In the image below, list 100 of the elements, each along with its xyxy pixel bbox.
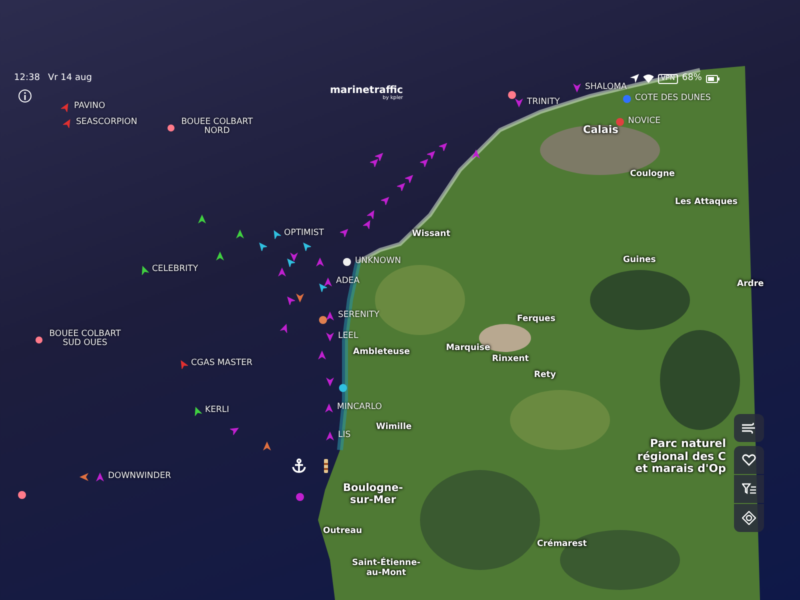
place-label: Calais <box>583 124 618 136</box>
vessel-arrow-icon[interactable] <box>180 360 188 369</box>
vessel-arrow-icon[interactable] <box>381 196 390 205</box>
lighthouse-icon[interactable] <box>323 459 329 473</box>
vessel-arrow-icon[interactable] <box>236 230 244 238</box>
vessel-label: OPTIMIST <box>284 229 324 238</box>
vessel-label: PAVINO <box>74 102 106 112</box>
vessel-label: MINCARLO <box>337 403 382 412</box>
place-label: Outreau <box>323 527 362 537</box>
vessel-label: TRINITY <box>527 98 560 108</box>
place-label: Rinxent <box>492 355 529 365</box>
vessel-arrow-icon[interactable] <box>318 350 326 360</box>
vessel-arrow-icon[interactable] <box>296 294 304 302</box>
place-label: Ardre <box>737 280 764 290</box>
vessel-arrow-icon[interactable] <box>472 150 480 158</box>
vessel-label: COTE DES DUNES <box>635 94 711 104</box>
vessel-arrow-icon[interactable] <box>287 258 295 267</box>
vessel-arrow-icon[interactable] <box>259 242 267 251</box>
wind-layer-button[interactable] <box>734 414 764 442</box>
vessel-dot-icon[interactable] <box>343 258 351 266</box>
vessel-dot-icon[interactable] <box>508 91 516 99</box>
vessel-label: LEEL <box>338 332 358 342</box>
vessel-label: NOVICE <box>628 117 661 126</box>
vessel-dot-icon[interactable] <box>616 118 624 126</box>
place-label: Coulogne <box>630 170 675 180</box>
vessel-arrow-icon[interactable] <box>325 404 333 412</box>
park-label: Parc naturel régional des C et marais d'Op <box>634 438 726 476</box>
buoy-marker-icon[interactable] <box>168 124 174 132</box>
buoy-marker-icon[interactable] <box>36 336 42 344</box>
vessel-arrow-icon[interactable] <box>278 268 286 276</box>
vessel-label: UNKNOWN <box>355 257 401 266</box>
vessel-arrow-icon[interactable] <box>397 182 406 191</box>
location-arrow-icon <box>630 74 639 84</box>
place-label: Ambleteuse <box>353 348 410 358</box>
place-label: Rety <box>534 371 556 381</box>
place-label: Guines <box>623 256 656 266</box>
place-label: Saint-Étienne- au-Mont <box>352 559 420 579</box>
vessel-arrow-icon[interactable] <box>367 210 374 219</box>
vessel-arrow-icon[interactable] <box>303 242 311 251</box>
vessel-arrow-icon[interactable] <box>405 174 414 183</box>
vessel-arrow-icon[interactable] <box>316 258 324 266</box>
vessel-arrow-icon[interactable] <box>142 266 149 275</box>
locate-button[interactable] <box>734 504 764 532</box>
vessel-arrow-icon[interactable] <box>96 472 104 482</box>
filter-icon <box>742 483 756 495</box>
vessel-arrow-icon[interactable] <box>319 284 327 292</box>
battery-percent: 68% <box>682 72 702 85</box>
vessel-arrow-icon[interactable] <box>280 324 288 333</box>
vessel-dot-icon[interactable] <box>623 95 631 103</box>
place-label: Crémarest <box>537 540 587 550</box>
vessel-arrow-icon[interactable] <box>216 252 224 260</box>
battery-icon <box>706 74 720 83</box>
vessel-label: DOWNWINDER <box>108 472 172 482</box>
info-icon[interactable] <box>18 89 32 103</box>
vessel-arrow-icon[interactable] <box>326 332 334 342</box>
clock-time: 12:38 <box>14 72 40 85</box>
vessel-arrow-icon[interactable] <box>363 220 370 229</box>
heart-icon <box>742 454 756 466</box>
vessel-label: SEASCORPION <box>76 118 138 128</box>
vessel-arrow-icon[interactable] <box>287 296 295 305</box>
locate-icon <box>742 511 756 525</box>
vessel-arrow-icon[interactable] <box>274 230 281 239</box>
place-label: Boulogne- sur-Mer <box>343 482 403 506</box>
vessel-arrow-icon[interactable] <box>370 158 378 167</box>
app-logo: marinetraffic <box>330 86 403 96</box>
vessel-label: KERLI <box>205 406 230 416</box>
vessel-dot-icon[interactable] <box>18 491 26 499</box>
vessel-arrow-icon[interactable] <box>439 142 448 151</box>
vessel-dot-icon[interactable] <box>296 493 304 501</box>
vessel-arrow-icon[interactable] <box>427 150 436 159</box>
vessel-arrow-icon[interactable] <box>573 84 581 92</box>
vessel-arrow-icon[interactable] <box>326 432 334 440</box>
vessel-arrow-icon[interactable] <box>80 473 88 481</box>
place-label: Les Attaques <box>675 198 738 208</box>
vessel-arrow-icon[interactable] <box>230 428 239 435</box>
vessel-arrow-icon[interactable] <box>194 406 202 416</box>
vessel-arrow-icon[interactable] <box>326 378 334 386</box>
place-label: Marquise <box>446 344 490 354</box>
date-text: Vr 14 aug <box>48 72 92 85</box>
vessel-arrow-icon[interactable] <box>326 312 334 320</box>
favorites-button[interactable] <box>734 446 764 474</box>
vessel-label: SHALOMA <box>585 83 627 92</box>
vessel-dot-icon[interactable] <box>339 384 347 392</box>
vessel-dot-icon[interactable] <box>319 316 327 324</box>
wind-icon <box>741 422 757 434</box>
vessel-arrow-icon[interactable] <box>263 442 271 450</box>
vessel-arrow-icon[interactable] <box>340 228 348 237</box>
vessel-arrow-icon[interactable] <box>198 214 206 224</box>
vessel-label: ADEA <box>336 277 360 286</box>
anchor-icon[interactable] <box>291 458 307 474</box>
vessel-label: CELEBRITY <box>152 265 198 274</box>
place-label: Wimille <box>376 423 412 433</box>
vessel-arrow-icon[interactable] <box>420 158 428 167</box>
place-label: Wissant <box>412 230 450 240</box>
vessel-arrow-icon[interactable] <box>324 278 332 286</box>
wifi-icon <box>642 74 654 84</box>
filter-button[interactable] <box>734 475 764 503</box>
vessel-arrow-icon[interactable] <box>290 252 298 262</box>
place-label: Ferques <box>517 315 556 325</box>
buoy-label: BOUEE COLBART NORD <box>180 118 254 137</box>
